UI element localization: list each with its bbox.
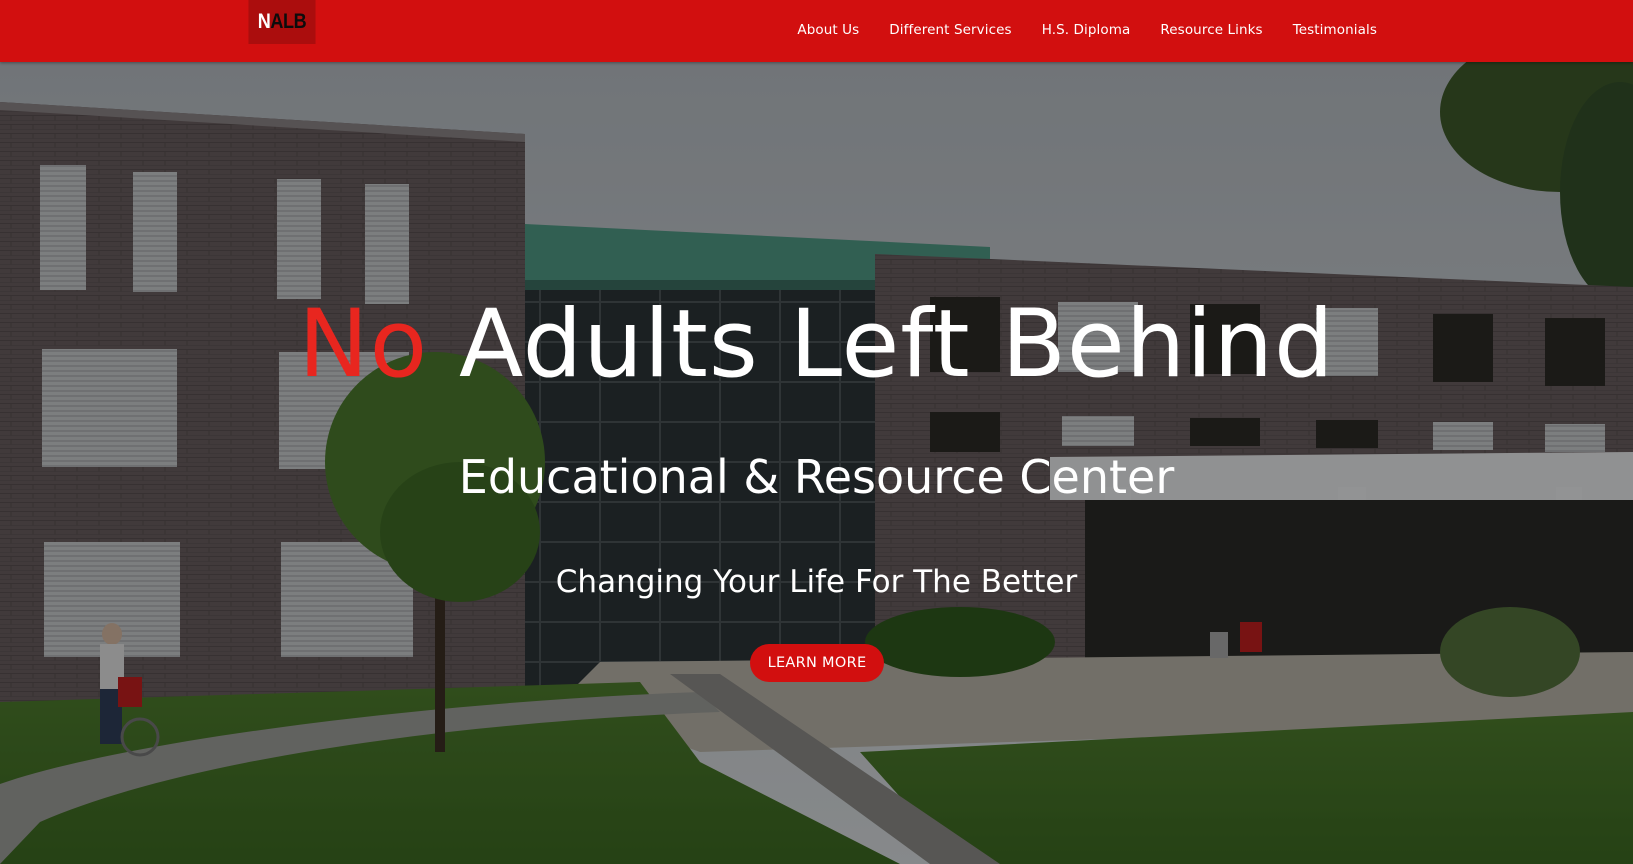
nav-item-testimonials[interactable]: Testimonials <box>1278 22 1377 38</box>
site-logo[interactable]: N ALB <box>248 0 316 44</box>
page: N ALB About Us Different Services H.S. Di… <box>0 0 1633 864</box>
hero-subtitle: Educational & Resource Center <box>458 450 1175 504</box>
hero-content: No Adults Left Behind Educational & Reso… <box>0 62 1633 864</box>
logo-letter: N <box>257 10 271 33</box>
main-nav: About Us Different Services H.S. Diploma… <box>782 0 1377 60</box>
hero-title: No Adults Left Behind <box>0 298 1633 392</box>
hero-tagline: Changing Your Life For The Better <box>555 564 1078 600</box>
learn-more-button[interactable]: LEARN MORE <box>750 644 884 682</box>
hero-section: No Adults Left Behind Educational & Reso… <box>0 62 1633 864</box>
nav-item-resource-links[interactable]: Resource Links <box>1145 22 1277 38</box>
hero-title-accent: No <box>298 290 429 399</box>
logo-text: ALB <box>270 10 307 33</box>
nav-item-different-services[interactable]: Different Services <box>874 22 1026 38</box>
hero-title-rest: Adults Left Behind <box>459 290 1335 399</box>
nav-item-about-us[interactable]: About Us <box>782 22 874 38</box>
nav-item-hs-diploma[interactable]: H.S. Diploma <box>1027 22 1146 38</box>
site-header: N ALB About Us Different Services H.S. Di… <box>0 0 1633 62</box>
